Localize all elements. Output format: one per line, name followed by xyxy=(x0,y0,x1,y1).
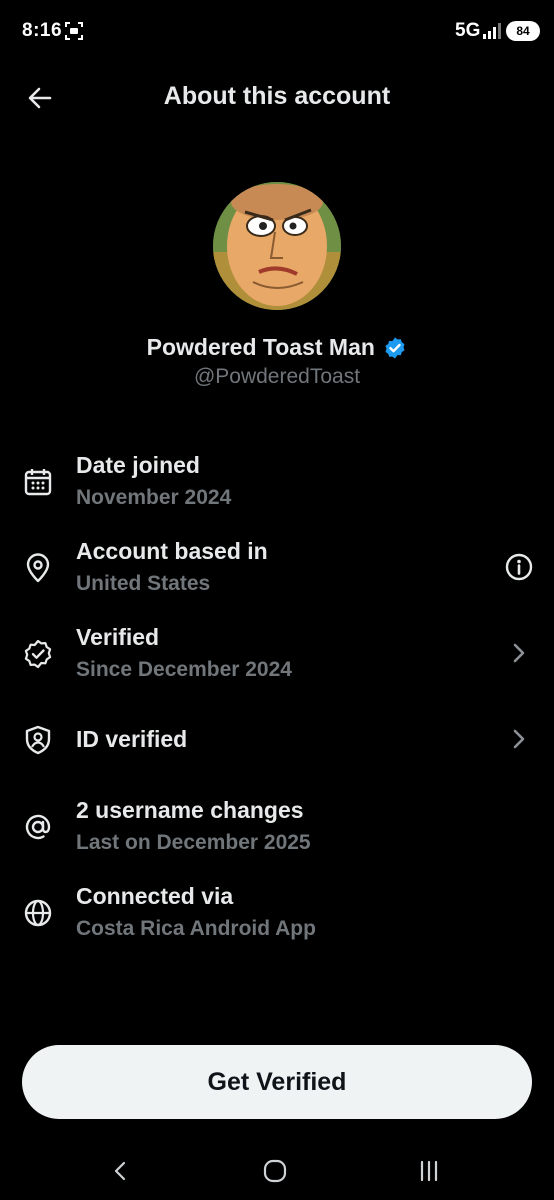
nav-recents-icon xyxy=(420,1160,438,1182)
row-title: 2 username changes xyxy=(76,797,304,823)
globe-icon xyxy=(24,899,52,927)
nav-back-icon xyxy=(114,1161,126,1181)
row-subtitle: Since December 2024 xyxy=(76,658,292,681)
screen: 8:16 5G 84 About this account Powdered T… xyxy=(0,0,554,1200)
avatar[interactable] xyxy=(213,182,341,310)
info-icon[interactable] xyxy=(504,552,534,582)
signal-icon xyxy=(483,23,501,39)
screenshot-icon xyxy=(65,22,83,40)
row-connected-via: Connected via Costa Rica Android App xyxy=(0,881,554,951)
row-subtitle: United States xyxy=(76,572,211,595)
status-bar: 8:16 5G 84 xyxy=(0,0,554,64)
avatar-image xyxy=(213,182,341,310)
chevron-right-icon xyxy=(513,643,525,663)
at-sign-icon xyxy=(25,814,51,840)
calendar-icon xyxy=(24,469,52,496)
location-pin-icon xyxy=(26,553,50,583)
verified-check-icon xyxy=(385,337,405,358)
row-title: Connected via xyxy=(76,883,234,909)
get-verified-button[interactable]: Get Verified xyxy=(22,1045,532,1119)
header: About this account xyxy=(0,70,554,126)
battery-indicator: 84 xyxy=(506,21,540,41)
row-subtitle: Costa Rica Android App xyxy=(76,917,316,940)
nav-home-button[interactable] xyxy=(258,1154,292,1188)
profile-name: Powdered Toast Man xyxy=(146,334,375,360)
chevron-right-icon xyxy=(513,729,525,749)
id-shield-icon xyxy=(25,725,51,755)
row-title: Date joined xyxy=(76,452,200,478)
system-nav-bar xyxy=(0,1140,554,1200)
profile-handle: @PowderedToast xyxy=(193,365,361,388)
row-title: ID verified xyxy=(76,726,188,752)
nav-home-icon xyxy=(263,1159,287,1183)
row-subtitle: November 2024 xyxy=(76,486,232,509)
nav-back-button[interactable] xyxy=(104,1154,138,1188)
page-title: About this account xyxy=(163,82,391,110)
nav-recents-button[interactable] xyxy=(412,1154,446,1188)
verified-badge-icon xyxy=(24,639,52,669)
profile-name-row: Powdered Toast Man xyxy=(0,334,554,361)
status-time: 8:16 xyxy=(22,20,63,41)
row-id-verified[interactable]: ID verified xyxy=(0,708,554,778)
row-account-based-in: Account based in United States xyxy=(0,536,554,606)
row-subtitle: Last on December 2025 xyxy=(76,831,311,854)
row-date-joined: Date joined November 2024 xyxy=(0,450,554,520)
row-title: Verified xyxy=(76,624,160,650)
network-type: 5G xyxy=(455,20,481,41)
row-username-changes: 2 username changes Last on December 2025 xyxy=(0,795,554,865)
row-title: Account based in xyxy=(76,538,268,564)
row-verified[interactable]: Verified Since December 2024 xyxy=(0,622,554,692)
